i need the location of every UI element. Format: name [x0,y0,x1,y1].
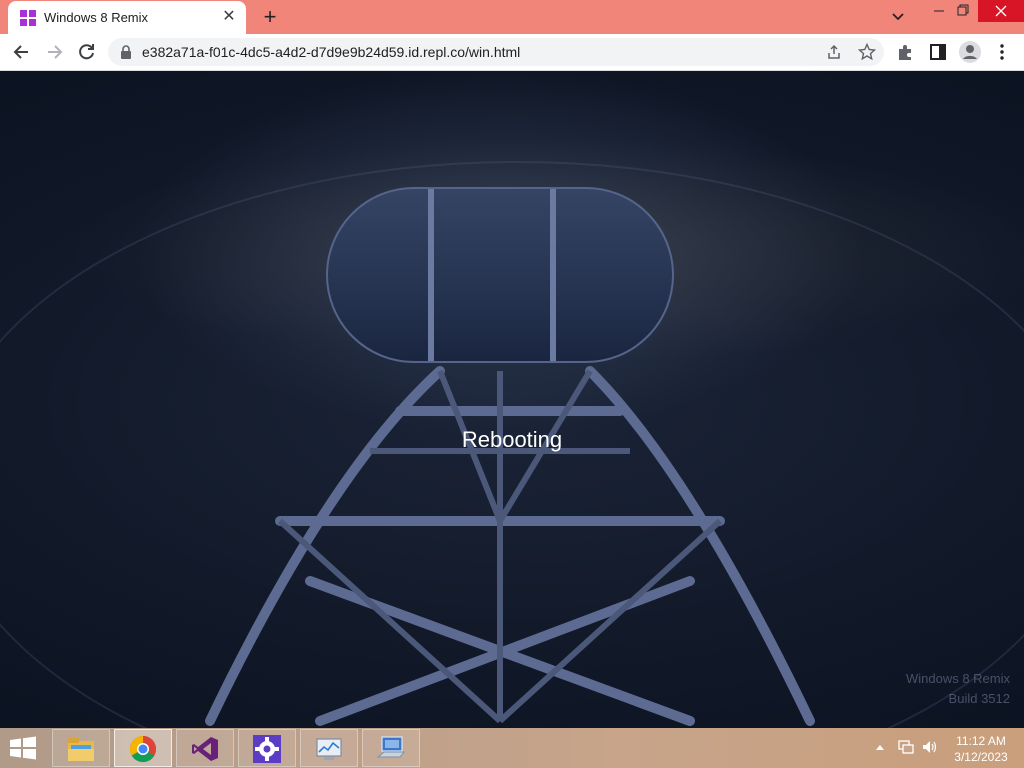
capsule-rib [550,189,556,361]
capsule-rib [428,189,434,361]
window-close-icon[interactable] [978,0,1024,22]
url-text: e382a71a-f01c-4dc5-a4d2-d7d9e9b24d59.id.… [142,44,521,60]
new-tab-button[interactable]: + [258,5,282,29]
profile-avatar-icon[interactable] [958,40,982,64]
more-menu-icon[interactable] [992,42,1012,62]
windows-logo-icon [20,10,36,26]
rebooting-status: Rebooting [461,427,563,452]
back-arrow-icon[interactable] [12,42,32,62]
start-windows-logo-icon[interactable] [8,736,38,760]
extensions-puzzle-icon[interactable] [896,42,916,62]
observation-capsule [326,187,674,363]
lock-icon[interactable] [120,45,132,59]
network-icon[interactable] [898,740,914,754]
tab-search-chevron-icon[interactable] [888,9,908,25]
volume-icon[interactable] [922,740,938,754]
share-icon[interactable] [826,44,842,60]
tab-title: Windows 8 Remix [44,10,149,25]
taskbar-task-manager[interactable] [300,729,358,767]
browser-toolbar: e382a71a-f01c-4dc5-a4d2-d7d9e9b24d59.id.… [0,34,1024,71]
gear-icon [253,735,281,763]
watermark-build: Build 3512 [948,691,1010,706]
taskbar-clock[interactable]: 11:12 AM 3/12/2023 [946,733,1016,765]
restore-icon[interactable] [948,0,978,22]
browser-tab-strip: Windows 8 Remix ✕ + [0,0,1024,34]
address-bar[interactable]: e382a71a-f01c-4dc5-a4d2-d7d9e9b24d59.id.… [108,38,884,66]
taskbar: 11:12 AM 3/12/2023 [0,728,1024,768]
visual-studio-icon [192,737,218,761]
chrome-icon [129,735,157,763]
taskbar-settings[interactable] [238,729,296,767]
computer-keyboard-icon [376,736,406,758]
build-watermark: Windows 8 Remix Build 3512 [906,669,1010,709]
folder-icon [68,738,94,761]
browser-tab[interactable]: Windows 8 Remix ✕ [8,1,246,34]
wheel-structure [205,366,815,726]
clock-date: 3/12/2023 [954,750,1008,764]
bookmark-star-icon[interactable] [858,43,876,61]
clock-time: 11:12 AM [956,734,1006,748]
taskbar-visual-studio[interactable] [176,729,234,767]
forward-arrow-icon[interactable] [44,42,64,62]
taskbar-chrome[interactable] [114,729,172,767]
watermark-product: Windows 8 Remix [905,671,1010,686]
taskbar-remote-desktop[interactable] [362,729,420,767]
reload-icon[interactable] [77,42,97,62]
taskbar-file-explorer[interactable] [52,729,110,767]
tab-close-icon[interactable]: ✕ [220,8,238,26]
desktop-background: Rebooting Windows 8 Remix Build 3512 [0,71,1024,728]
side-panel-icon[interactable] [928,42,948,62]
monitor-chart-icon [316,738,342,760]
show-hidden-icons-chevron-icon[interactable] [874,742,886,752]
